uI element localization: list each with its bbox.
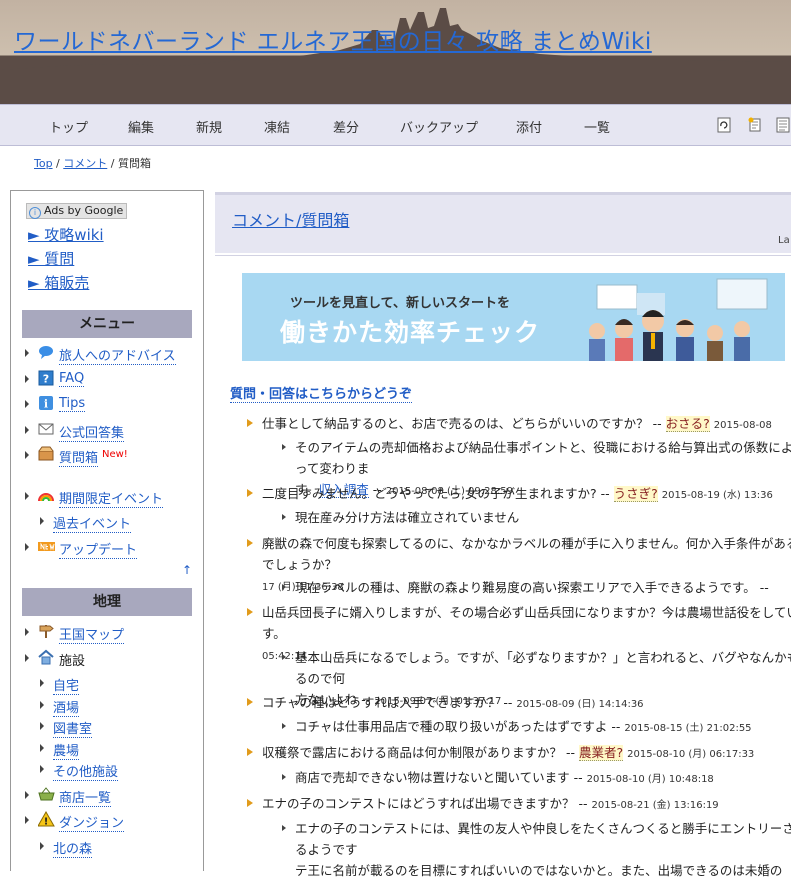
site-title-link[interactable]: ワールドネバーランド エルネア王国の日々 攻略 まとめWiki xyxy=(14,22,652,56)
reply-bullet-icon xyxy=(282,514,286,520)
comment-bullet-icon xyxy=(247,489,253,497)
speech-bubble-icon xyxy=(39,346,53,359)
reply-bullet-icon xyxy=(282,774,286,780)
bullet-arrow-icon xyxy=(25,426,29,434)
reply-bullet-icon xyxy=(282,444,286,450)
bullet-arrow-icon xyxy=(40,722,44,730)
to-top-link[interactable]: ↑ xyxy=(182,563,192,577)
banner-ad[interactable]: ツールを見直して、新しいスタートを 働きかた効率チェック xyxy=(242,273,785,361)
reply-bullet-icon xyxy=(282,654,286,660)
breadcrumb-comment-link[interactable]: コメント xyxy=(63,157,107,170)
svg-text:i: i xyxy=(44,398,48,411)
nav-new[interactable]: 新規 xyxy=(196,117,222,136)
new-badge-icon xyxy=(38,542,55,551)
new-badge: New! xyxy=(102,449,128,460)
bullet-arrow-icon xyxy=(25,543,29,551)
last-modified: La xyxy=(778,235,790,246)
bullet-arrow-icon xyxy=(40,765,44,773)
question-icon: ? xyxy=(38,370,54,386)
svg-text:!: ! xyxy=(44,817,49,828)
ads-by-google-label[interactable]: i Ads by Google xyxy=(26,203,128,219)
comment-bullet-icon xyxy=(247,419,253,427)
bullet-arrow-icon xyxy=(40,701,44,709)
nav-backup[interactable]: バックアップ xyxy=(400,117,478,136)
comment-bullet-icon xyxy=(247,799,253,807)
bullet-arrow-icon xyxy=(25,492,29,500)
breadcrumb-current: 質問箱 xyxy=(117,157,151,170)
menu-heading: メニュー xyxy=(22,310,192,338)
bullet-arrow-icon xyxy=(40,679,44,687)
ad-link-question[interactable]: ► 質問 xyxy=(28,248,74,269)
bullet-arrow-icon xyxy=(40,842,44,850)
nav-freeze[interactable]: 凍結 xyxy=(264,117,290,136)
bullet-arrow-icon xyxy=(25,791,29,799)
bullet-arrow-icon xyxy=(25,375,29,383)
new-page-icon[interactable] xyxy=(748,117,762,133)
page-title-link[interactable]: コメント/質問箱 xyxy=(232,207,349,231)
breadcrumb-top-link[interactable]: Top xyxy=(34,157,53,170)
bullet-arrow-icon xyxy=(25,654,29,662)
author-name[interactable]: おさる? xyxy=(665,416,710,432)
reply-bullet-icon xyxy=(282,825,286,831)
nav-top[interactable]: トップ xyxy=(49,117,88,136)
info-circle-icon: i xyxy=(29,207,41,219)
signpost-icon xyxy=(39,625,54,638)
site-header: ワールドネバーランド エルネア王国の日々 攻略 まとめWiki xyxy=(0,0,791,104)
reply-bullet-icon xyxy=(282,723,286,729)
section-link[interactable]: 質問・回答はこちらからどうぞ xyxy=(230,383,413,403)
divider xyxy=(215,255,791,256)
house-icon xyxy=(38,649,54,665)
warning-icon: ! xyxy=(38,811,55,827)
ad-link-wiki[interactable]: ► 攻略wiki xyxy=(28,224,104,245)
rainbow-icon xyxy=(38,493,54,502)
nav-list[interactable]: 一覧 xyxy=(584,117,610,136)
mail-icon xyxy=(38,423,54,435)
nav-attach[interactable]: 添付 xyxy=(516,117,542,136)
banner-headline: 働きかた効率チェック xyxy=(280,318,541,347)
svg-text:?: ? xyxy=(43,373,49,386)
comment-bullet-icon xyxy=(247,539,253,547)
mailbox-icon xyxy=(38,446,54,461)
office-workers-illustration xyxy=(589,278,768,361)
banner-subtitle: ツールを見直して、新しいスタートを xyxy=(290,296,510,311)
bullet-arrow-icon xyxy=(40,517,44,525)
ad-link-box[interactable]: ► 箱販売 xyxy=(28,272,89,293)
ads-label-text: Ads by Google xyxy=(44,204,124,217)
top-nav: トップ 編集 新規 凍結 差分 バックアップ 添付 一覧 xyxy=(0,104,791,146)
info-icon: i xyxy=(39,396,53,411)
reload-icon[interactable] xyxy=(717,117,731,133)
geo-heading: 地理 xyxy=(22,588,192,616)
bullet-arrow-icon xyxy=(25,349,29,357)
author-name[interactable]: うさぎ? xyxy=(613,486,658,502)
comment-bullet-icon xyxy=(247,608,253,616)
reply-bullet-icon xyxy=(282,584,286,590)
comment-bullet-icon xyxy=(247,748,253,756)
author-name[interactable]: 農業者? xyxy=(578,745,624,761)
nav-edit[interactable]: 編集 xyxy=(128,117,154,136)
bullet-arrow-icon xyxy=(25,451,29,459)
bullet-arrow-icon xyxy=(25,400,29,408)
comment-bullet-icon xyxy=(247,698,253,706)
breadcrumb: Top / コメント / 質問箱 xyxy=(34,157,151,170)
nav-diff[interactable]: 差分 xyxy=(333,117,359,136)
bullet-arrow-icon xyxy=(40,744,44,752)
bullet-arrow-icon xyxy=(25,816,29,824)
bullet-arrow-icon xyxy=(25,628,29,636)
basket-icon xyxy=(38,787,55,801)
page-list-icon[interactable] xyxy=(776,117,790,133)
